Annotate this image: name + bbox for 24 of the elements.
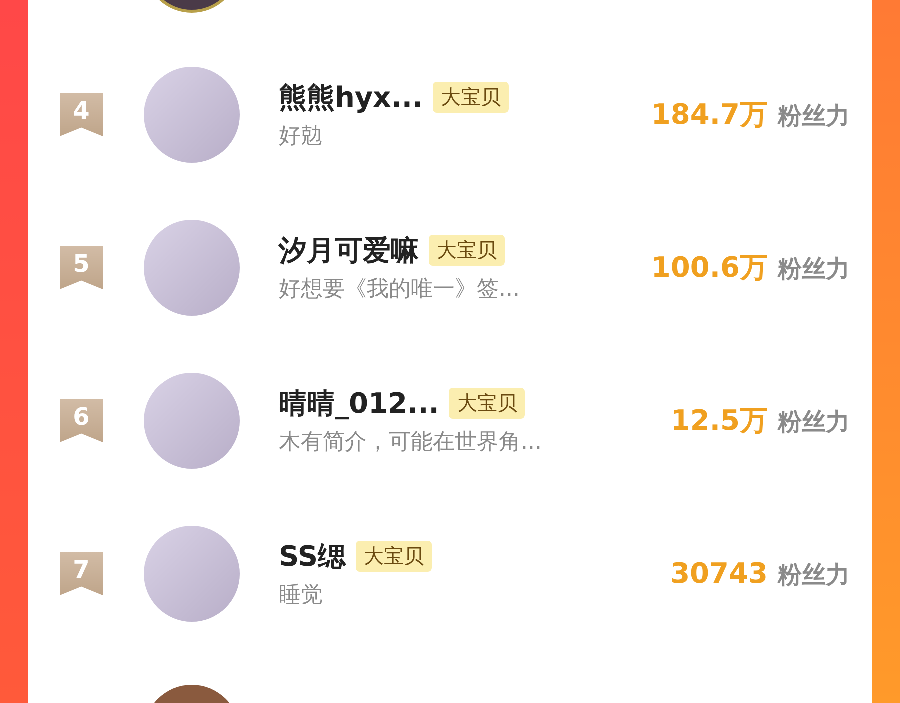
rank-badge: 5 [60,246,103,290]
user-bio: 睡觉 [279,582,324,610]
fans-unit: 粉丝力 [778,406,850,438]
fans-count: 12.5万 [670,402,768,438]
fan-tag: 大宝贝 [356,541,432,572]
rank-badge: 6 [60,398,103,442]
rank-badge: 7 [60,552,103,596]
user-name[interactable]: 熊熊hyx... [279,78,424,116]
fans-count: 100.6万 [651,250,768,286]
fan-tag: 大宝贝 [429,235,505,266]
user-bio: 好想要《我的唯一》签... [279,276,521,304]
fan-tag: 大宝贝 [433,82,510,113]
user-bio: 木有简介，可能在世界角... [279,428,543,456]
fans-count: 184.7万 [651,96,768,132]
fans-unit: 粉丝力 [778,560,850,590]
user-name[interactable]: 汐月可爱嘛 [279,232,419,270]
fans-count: 30743 [670,556,768,590]
user-name[interactable]: SS缌 [279,538,346,576]
fans-unit: 粉丝力 [778,254,850,284]
rank-badge: 4 [60,92,103,136]
fan-tag: 大宝贝 [449,388,526,419]
user-name[interactable]: 晴晴_012... [279,384,440,422]
user-bio: 好勊 [279,122,324,150]
fans-unit: 粉丝力 [778,100,850,132]
